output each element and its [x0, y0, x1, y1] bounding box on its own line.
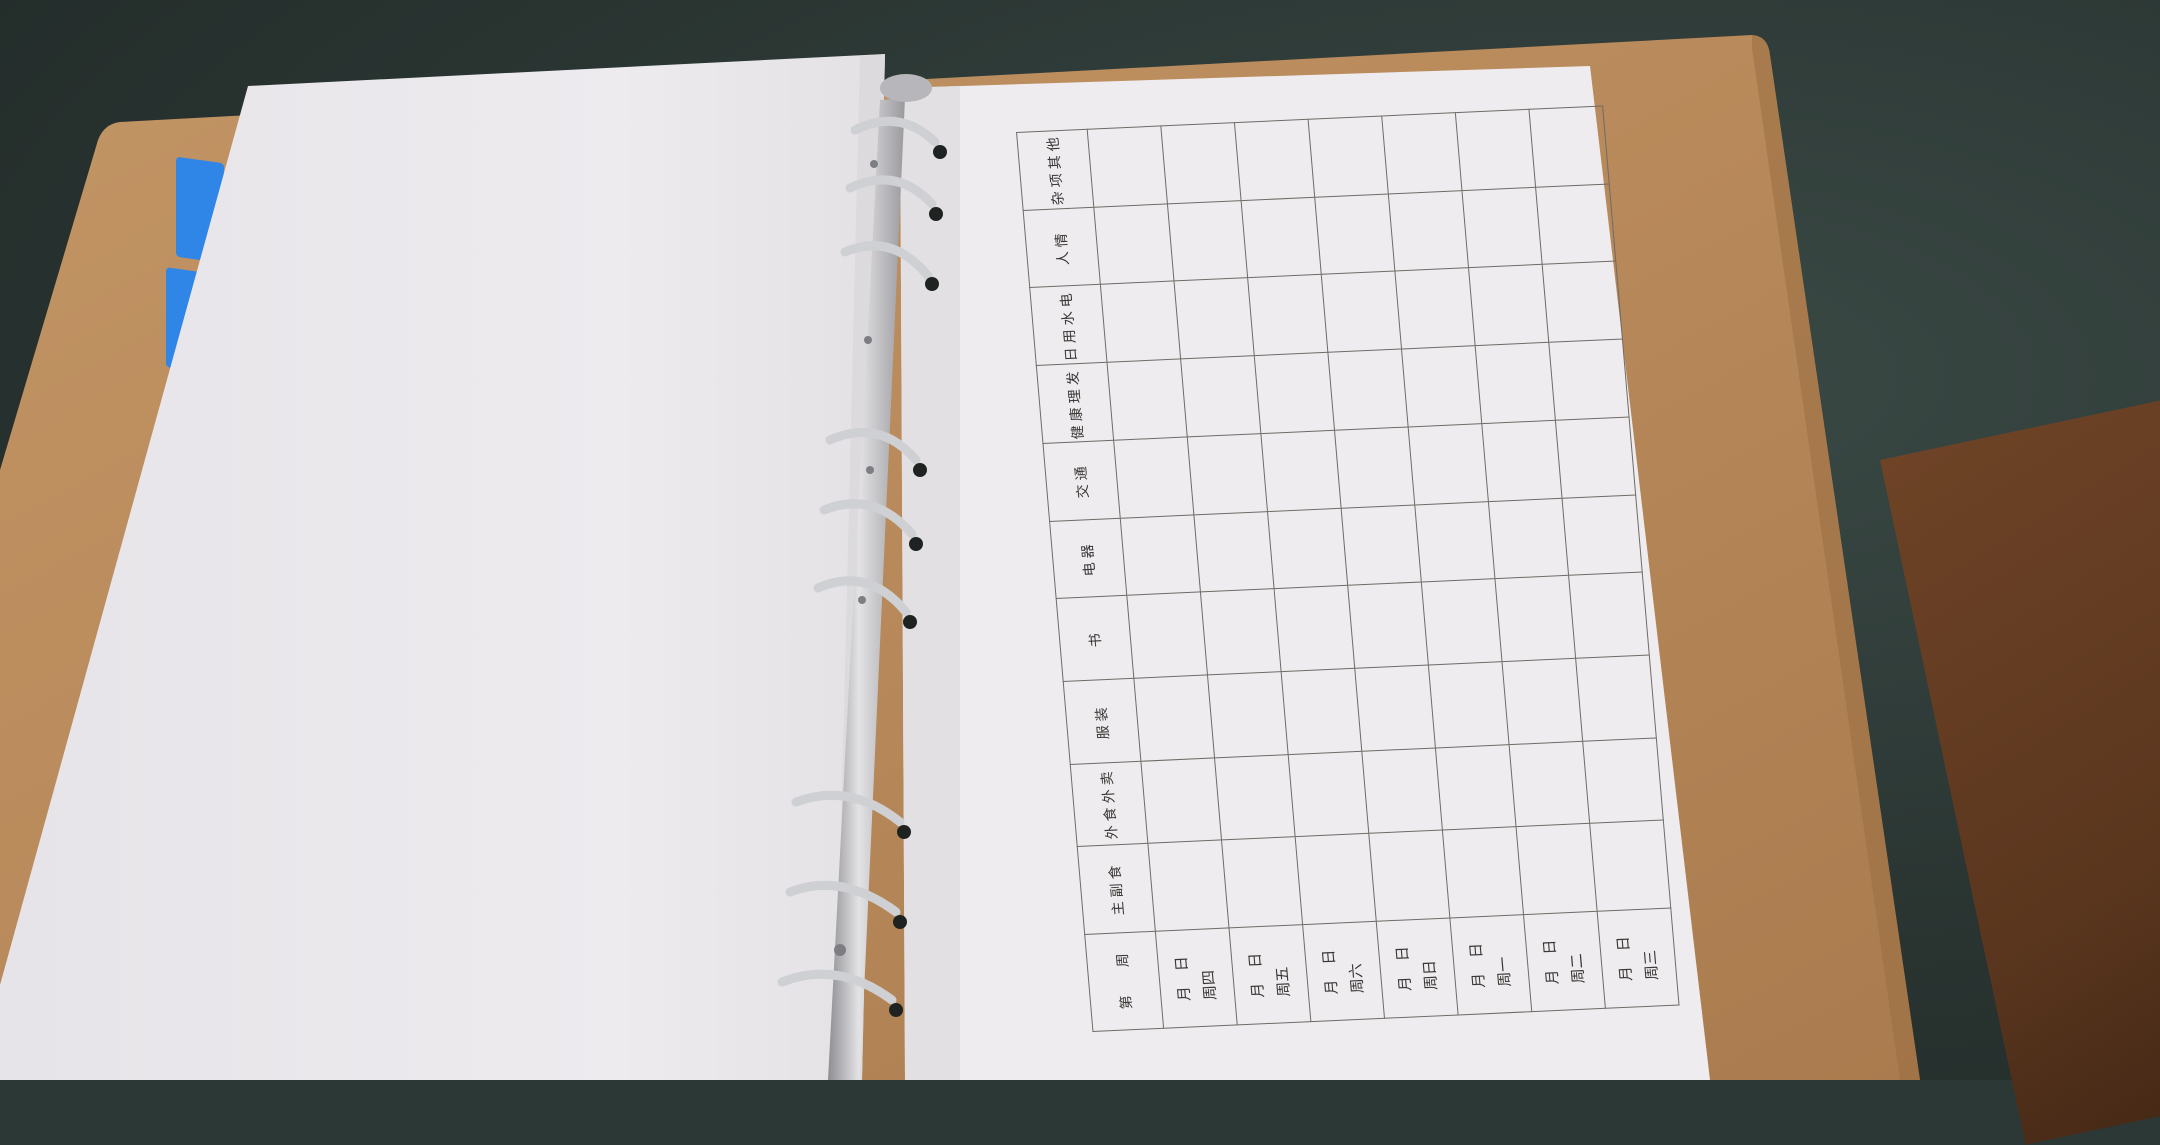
ring-icon: [825, 427, 921, 465]
binder-rings: [777, 116, 947, 1017]
ring-icon: [819, 499, 917, 539]
ring-icon: [845, 175, 937, 209]
ring-icon: [840, 241, 933, 281]
ring-icon: [785, 880, 901, 917]
ring-icon: [850, 116, 940, 147]
ring-icon: [791, 790, 905, 827]
ring-icon: [777, 969, 897, 1005]
photo-scene: 杂项其他 人情 日用水电 健康理发 交通 电器 书 服装 外食外卖 主副食 第 …: [0, 0, 2160, 1145]
